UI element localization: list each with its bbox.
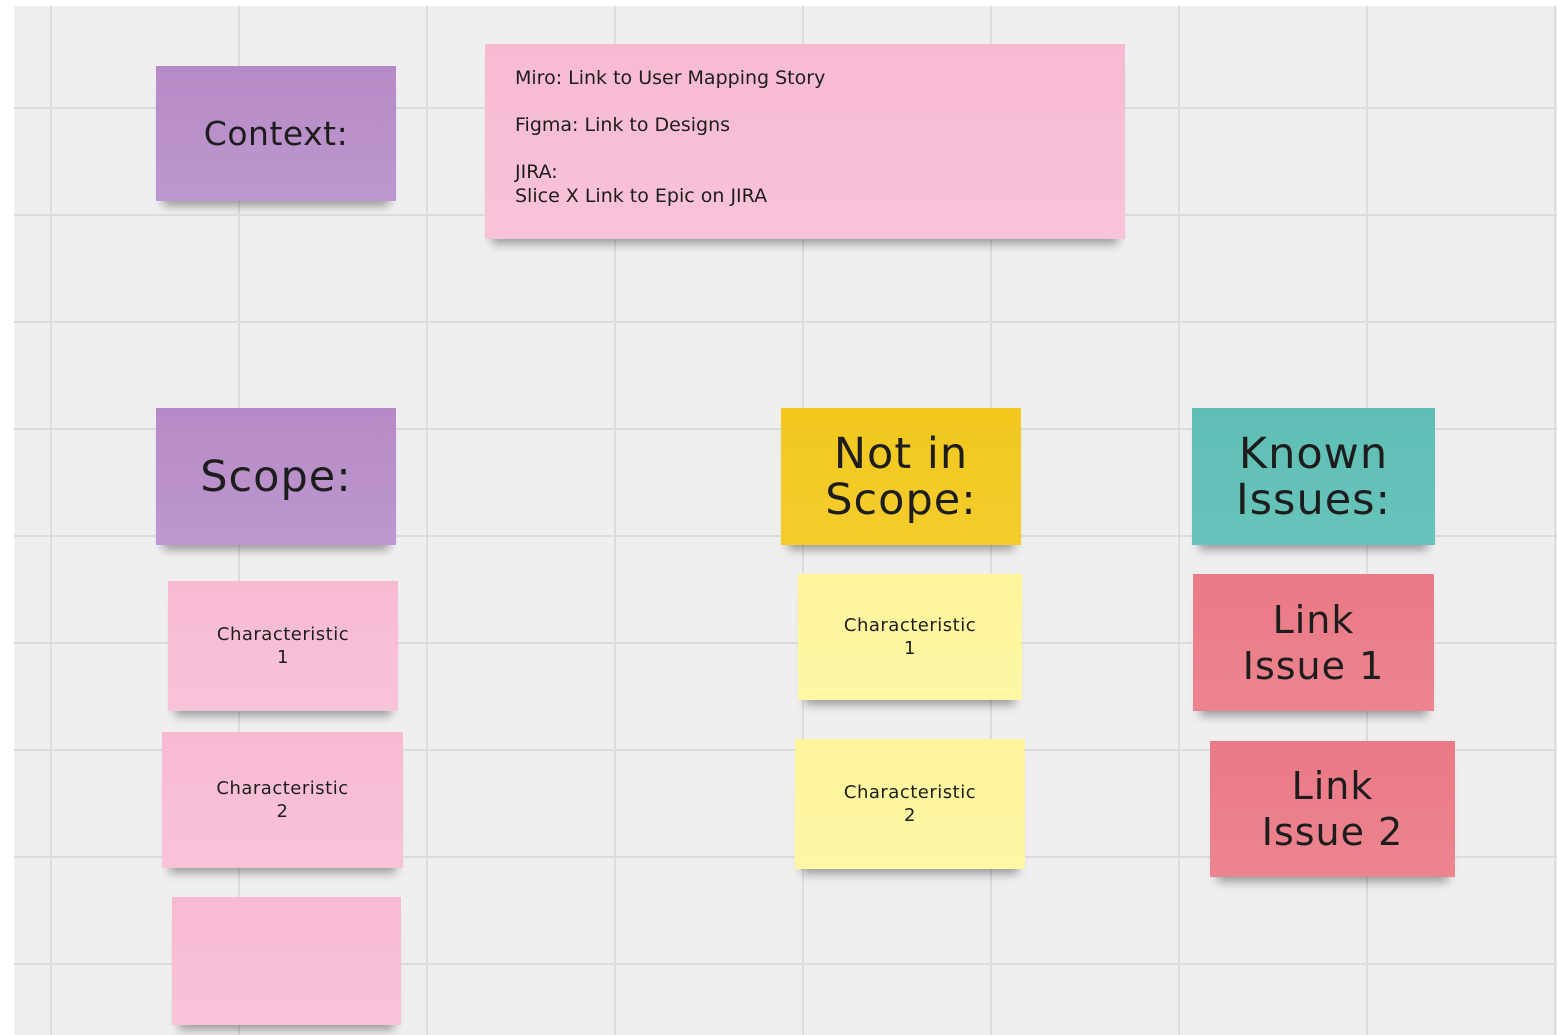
known-issue-1-link[interactable]: Link Issue 1 — [1243, 597, 1385, 689]
scope-item-1-sticky-note[interactable]: Characteristic 1 — [168, 581, 398, 711]
known-issue-2-sticky-note[interactable]: Link Issue 2 — [1210, 741, 1455, 877]
whiteboard-canvas[interactable]: Context: Miro: Link to User Mapping Stor… — [14, 6, 1557, 1035]
known-issues-title: Known Issues: — [1235, 428, 1392, 525]
known-issue-1-sticky-note[interactable]: Link Issue 1 — [1193, 574, 1434, 711]
not-in-scope-item-2-sticky-note[interactable]: Characteristic 2 — [795, 739, 1025, 869]
context-title: Context: — [203, 113, 349, 153]
scope-title: Scope: — [200, 451, 352, 502]
not-in-scope-item-1-sticky-note[interactable]: Characteristic 1 — [798, 574, 1022, 700]
jira-epic-link[interactable]: JIRA: Slice X Link to Epic on JIRA — [515, 160, 767, 208]
scope-item-2-sticky-note[interactable]: Characteristic 2 — [162, 732, 403, 868]
not-in-scope-item-2-label: Characteristic 2 — [843, 782, 977, 826]
not-in-scope-sticky-note[interactable]: Not in Scope: — [781, 408, 1021, 545]
not-in-scope-title: Not in Scope: — [825, 428, 977, 525]
known-issue-2-link[interactable]: Link Issue 2 — [1262, 763, 1404, 855]
not-in-scope-item-1-label: Characteristic 1 — [843, 615, 977, 659]
miro-link[interactable]: Miro: Link to User Mapping Story — [515, 66, 825, 90]
scope-item-2-label: Characteristic 2 — [216, 778, 349, 822]
context-links-sticky-note[interactable]: Miro: Link to User Mapping Story Figma: … — [485, 44, 1125, 239]
context-sticky-note[interactable]: Context: — [156, 66, 396, 201]
scope-sticky-note[interactable]: Scope: — [156, 408, 396, 545]
known-issues-sticky-note[interactable]: Known Issues: — [1192, 408, 1435, 545]
figma-link[interactable]: Figma: Link to Designs — [515, 113, 730, 137]
scope-item-3-sticky-note[interactable] — [172, 897, 401, 1025]
scope-item-1-label: Characteristic 1 — [216, 624, 350, 668]
